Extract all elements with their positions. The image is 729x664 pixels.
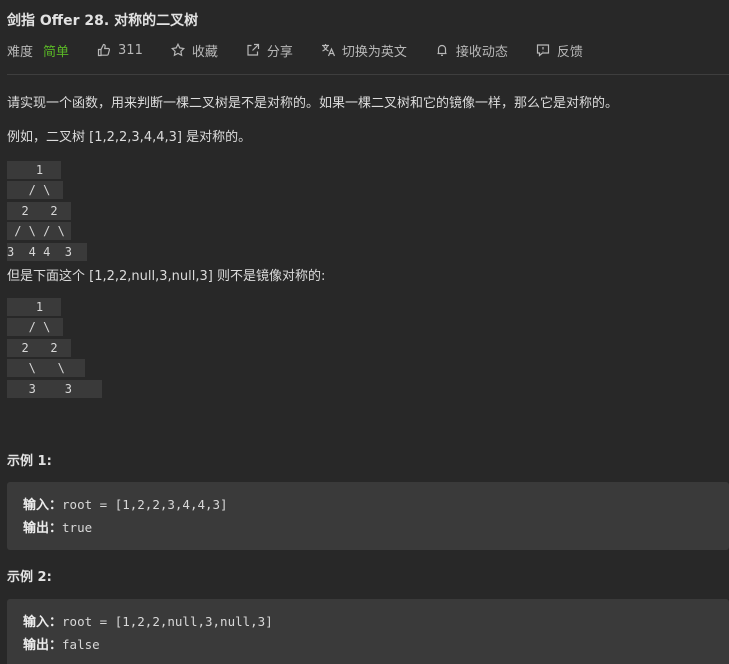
tree-line: 1 xyxy=(7,298,61,316)
input-value: root = [1,2,2,3,4,4,3] xyxy=(62,497,228,512)
thumbs-up-icon xyxy=(97,43,111,57)
difficulty-label: 难度 xyxy=(7,44,34,60)
difficulty-value: 简单 xyxy=(43,44,70,60)
favorite-button[interactable]: 收藏 xyxy=(170,41,218,60)
tree-line: / \ xyxy=(7,318,63,336)
output-value: true xyxy=(62,520,93,535)
star-icon xyxy=(170,43,185,57)
share-button[interactable]: 分享 xyxy=(246,41,293,60)
problem-meta-bar: 难度 简单 311 收藏 分享 切换为英文 接收动态 反馈 xyxy=(7,41,611,60)
share-icon xyxy=(246,43,260,57)
problem-description: 请实现一个函数，用来判断一棵二叉树是不是对称的。如果一棵二叉树和它的镜像一样，那… xyxy=(7,96,619,111)
tree-line: / \ / \ xyxy=(7,222,71,240)
input-label: 输入： xyxy=(23,498,63,513)
input-value: root = [1,2,2,null,3,null,3] xyxy=(62,614,273,629)
feedback-button[interactable]: 反馈 xyxy=(536,41,583,60)
tree-line: / \ xyxy=(7,181,63,199)
example-1-title: 示例 1: xyxy=(7,454,52,469)
subscribe-label: 接收动态 xyxy=(455,44,508,60)
feedback-label: 反馈 xyxy=(556,44,583,60)
example-2-output: 输出：false xyxy=(23,634,100,653)
example-2-box: 输入：root = [1,2,2,null,3,null,3] 输出：false xyxy=(7,599,729,664)
header-divider xyxy=(7,74,729,75)
example-1-output: 输出：true xyxy=(23,517,92,536)
feedback-icon xyxy=(536,43,550,57)
symmetric-example-text: 例如，二叉树 [1,2,2,3,4,4,3] 是对称的。 xyxy=(7,130,252,145)
tree-line: 1 xyxy=(7,161,61,179)
asymmetric-example-text: 但是下面这个 [1,2,2,null,3,null,3] 则不是镜像对称的: xyxy=(7,269,326,284)
tree-line: 2 2 xyxy=(7,339,71,357)
like-button[interactable]: 311 xyxy=(97,43,143,58)
tree-line: \ \ xyxy=(7,359,85,377)
example-1-box: 输入：root = [1,2,2,3,4,4,3] 输出：true xyxy=(7,482,729,550)
like-count: 311 xyxy=(118,42,143,58)
tree-line: 3 3 xyxy=(7,380,102,398)
bell-icon xyxy=(435,43,449,57)
subscribe-button[interactable]: 接收动态 xyxy=(435,41,508,60)
example-2-title: 示例 2: xyxy=(7,570,52,585)
favorite-label: 收藏 xyxy=(191,44,218,60)
problem-title: 剑指 Offer 28. 对称的二叉树 xyxy=(7,13,199,29)
problem-page: 剑指 Offer 28. 对称的二叉树 难度 简单 311 收藏 分享 切换为英… xyxy=(0,0,729,664)
output-label: 输出： xyxy=(23,521,63,536)
language-switch-button[interactable]: 切换为英文 xyxy=(321,41,407,60)
output-label: 输出： xyxy=(23,638,63,653)
input-label: 输入： xyxy=(23,615,63,630)
translate-icon xyxy=(321,43,335,57)
language-switch-label: 切换为英文 xyxy=(341,44,407,60)
example-2-input: 输入：root = [1,2,2,null,3,null,3] xyxy=(23,611,273,630)
output-value: false xyxy=(62,637,100,652)
tree-line: 3 4 4 3 xyxy=(7,243,87,261)
example-1-input: 输入：root = [1,2,2,3,4,4,3] xyxy=(23,494,228,513)
share-label: 分享 xyxy=(266,44,293,60)
tree-line: 2 2 xyxy=(7,202,71,220)
